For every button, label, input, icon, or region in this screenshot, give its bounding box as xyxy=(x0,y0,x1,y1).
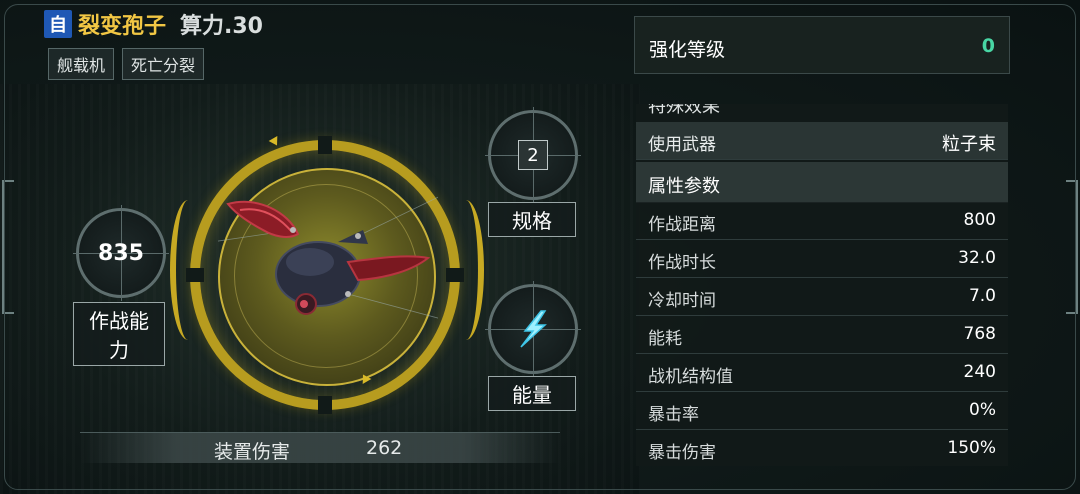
attribute-panel: 强化等级 0 特殊效果 使用武器 粒子束 属性参数 作战距离 800 作战时长 … xyxy=(634,14,1010,466)
combat-power-label: 作战能力 xyxy=(73,302,165,366)
right-frame-bracket xyxy=(1066,180,1078,314)
spec-circle: 2 xyxy=(485,107,581,203)
self-badge: 自 xyxy=(44,10,72,38)
attribute-row: 冷却时间 7.0 xyxy=(636,278,1008,316)
attribute-row: 暴击率 0% xyxy=(636,392,1008,430)
attribute-value: 7.0 xyxy=(968,286,996,306)
weapon-value: 粒子束 xyxy=(942,134,996,155)
attribute-value: 240 xyxy=(963,362,996,382)
tag-carrier: 舰载机 xyxy=(48,48,115,80)
attribute-value: 150% xyxy=(947,438,996,458)
unit-detail-panel: 自 裂变孢子 算力.30 舰载机 死亡分裂 835 作战能力 2 规格 能量 装… xyxy=(0,0,1080,494)
attribute-label: 暴击率 xyxy=(648,405,699,425)
attribute-row: 战机结构值 240 xyxy=(636,354,1008,392)
attribute-row: 作战距离 800 xyxy=(636,202,1008,240)
attribute-label: 冷却时间 xyxy=(648,291,716,311)
special-effects-header: 特殊效果 xyxy=(648,104,720,117)
power-label: 算力.30 xyxy=(180,14,263,39)
combat-power-value: 835 xyxy=(98,240,144,266)
weapon-label: 使用武器 xyxy=(648,135,716,155)
unit-header: 自 裂变孢子 算力.30 xyxy=(44,8,263,40)
attributes-section-header: 属性参数 xyxy=(636,162,1008,203)
attribute-list[interactable]: 特殊效果 使用武器 粒子束 属性参数 作战距离 800 作战时长 32.0 冷却… xyxy=(636,104,1008,466)
enhance-level-row[interactable]: 强化等级 0 xyxy=(634,16,1010,74)
attribute-value: 800 xyxy=(963,210,996,230)
attribute-label: 作战距离 xyxy=(648,215,716,235)
attribute-label: 暴击伤害 xyxy=(648,443,716,463)
tag-death-split: 死亡分裂 xyxy=(122,48,205,80)
attribute-label: 作战时长 xyxy=(648,253,716,273)
attribute-row: 作战时长 32.0 xyxy=(636,240,1008,278)
unit-tags: 舰载机 死亡分裂 xyxy=(48,48,205,80)
attribute-label: 战机结构值 xyxy=(648,367,733,387)
device-damage-value: 262 xyxy=(366,437,403,459)
attribute-value: 32.0 xyxy=(958,248,996,268)
spec-value: 2 xyxy=(518,140,548,170)
attribute-row: 暴击伤害 150% xyxy=(636,430,1008,466)
enhance-level-value: 0 xyxy=(981,35,995,57)
attribute-row: 能耗 768 xyxy=(636,316,1008,354)
energy-lightning-icon xyxy=(520,310,547,348)
attributes-header-label: 属性参数 xyxy=(648,176,720,197)
attribute-label: 能耗 xyxy=(648,329,682,349)
device-damage-label: 装置伤害 xyxy=(214,441,291,463)
weapon-row: 使用武器 粒子束 xyxy=(636,122,1008,160)
spore-unit-image xyxy=(218,196,438,319)
left-frame-bracket xyxy=(2,180,14,314)
device-damage-bar: 装置伤害 262 xyxy=(80,432,560,463)
combat-power-circle: 835 xyxy=(73,205,169,301)
attribute-value: 768 xyxy=(963,324,996,344)
energy-circle xyxy=(485,281,581,377)
enhance-level-label: 强化等级 xyxy=(649,39,726,61)
attribute-value: 0% xyxy=(969,400,996,420)
spec-label: 规格 xyxy=(488,202,576,237)
unit-name: 裂变孢子 xyxy=(78,14,167,39)
energy-label: 能量 xyxy=(488,376,576,411)
